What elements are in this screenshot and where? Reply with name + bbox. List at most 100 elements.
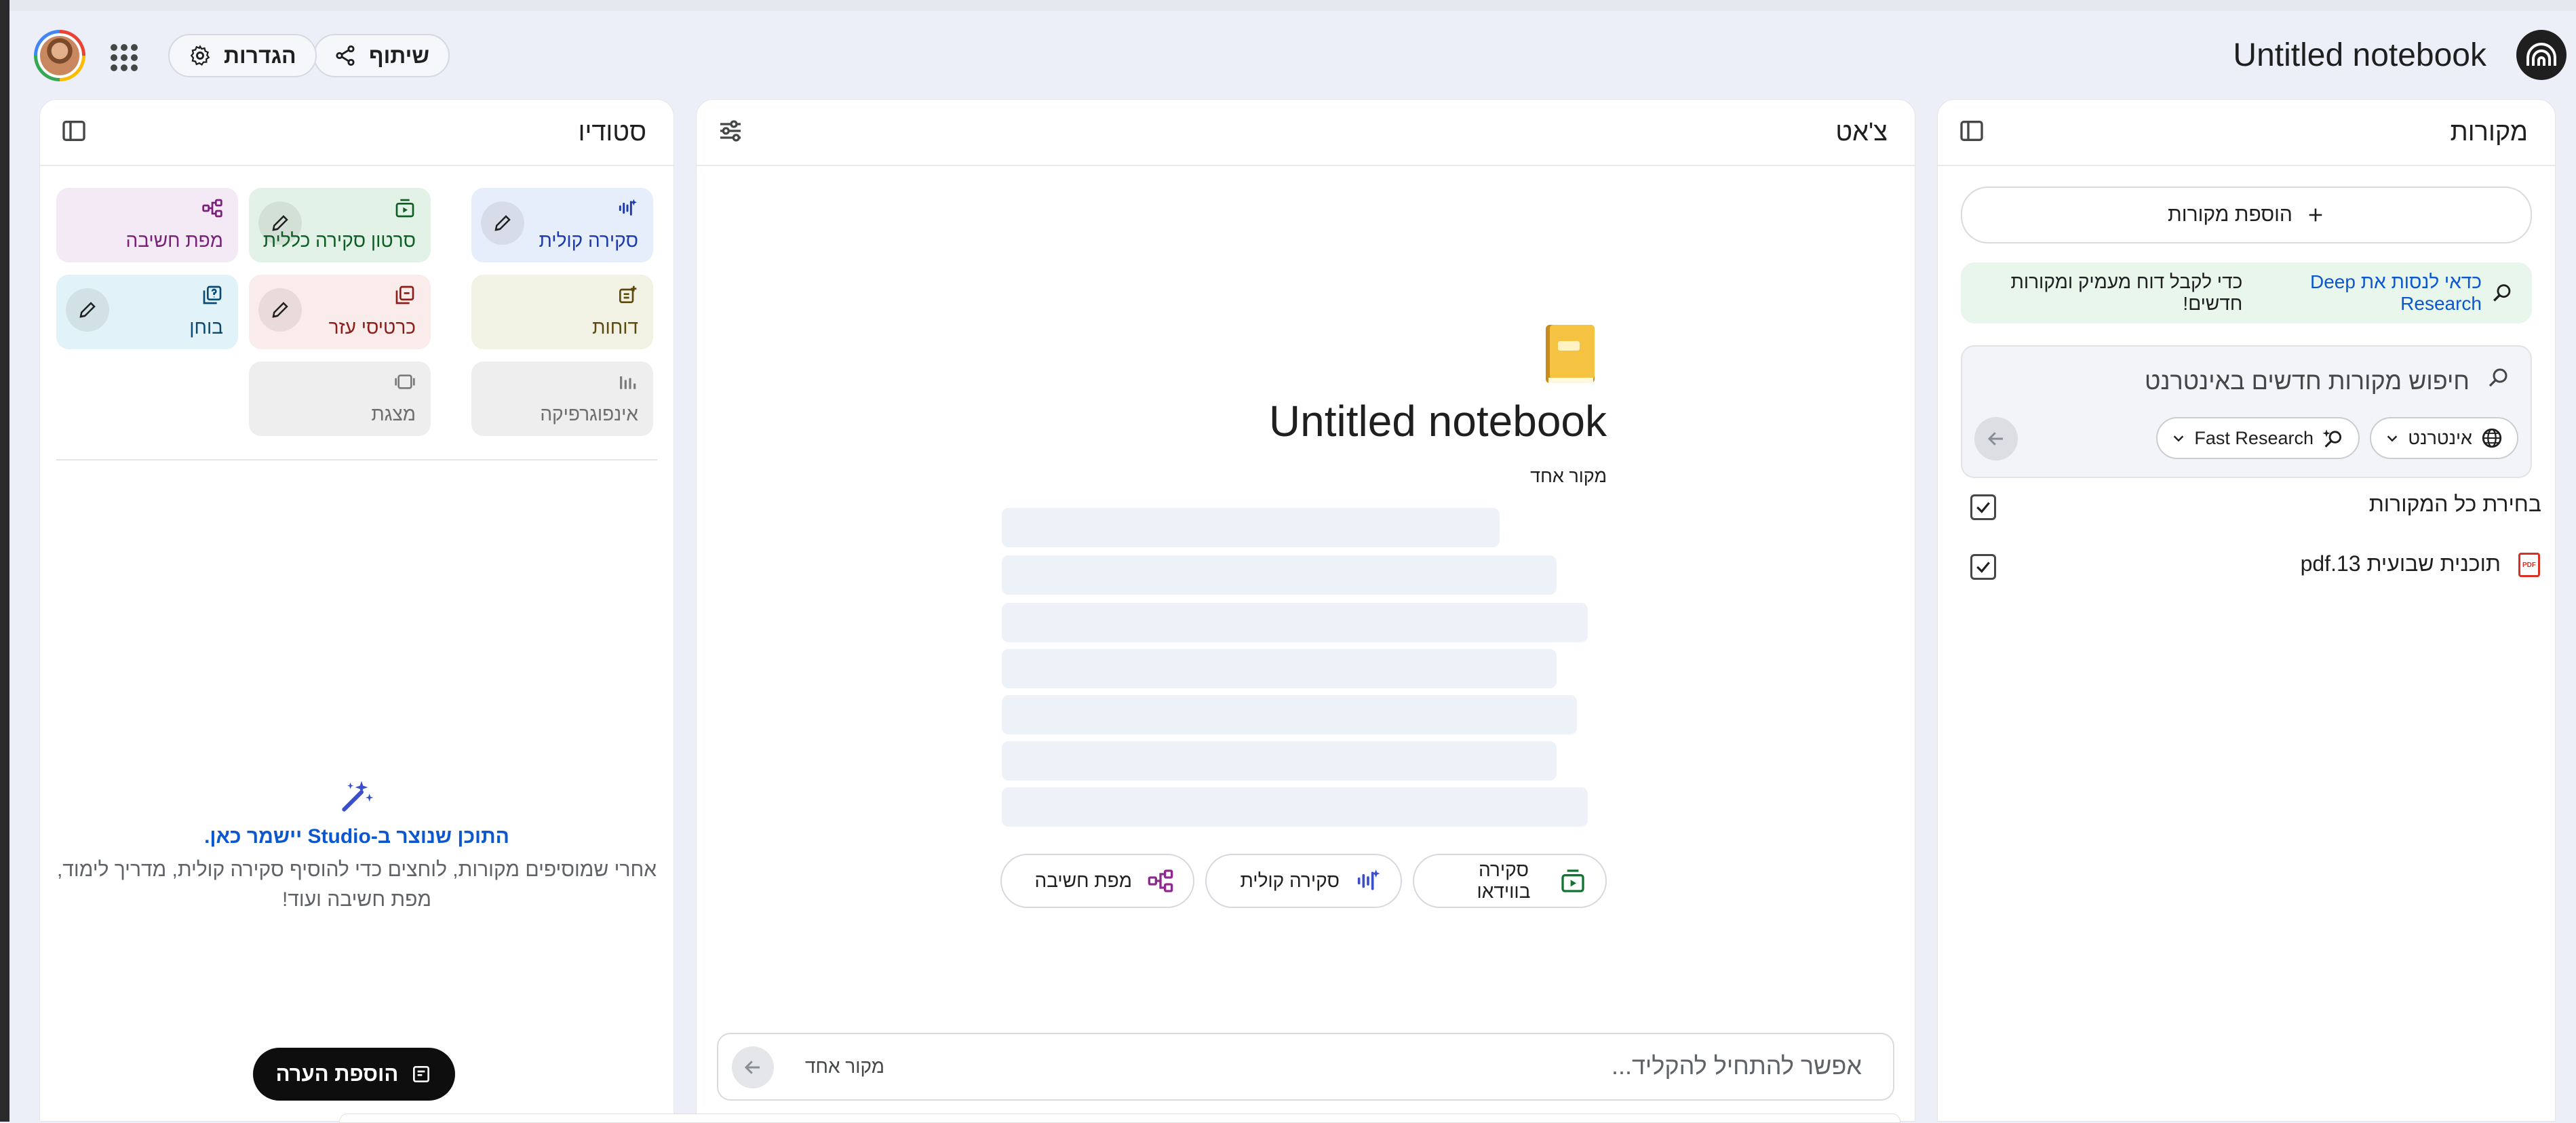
apps-grid-icon[interactable] [107,41,141,75]
tile-label: סרטון סקירה כללית [262,230,416,251]
pencil-icon[interactable] [481,201,524,245]
mindmap-icon [1147,867,1174,894]
studio-empty-line-1: אחרי שמוסיפים מקורות, לוחצים כדי להוסיף … [56,859,657,881]
globe-icon [2480,427,2503,450]
sources-panel-title: מקורות [2450,118,2528,146]
add-sources-label: הוספת מקורות [2168,203,2292,226]
chat-input[interactable]: אפשר להתחיל להקליד... [1612,1052,1862,1080]
deep-research-tip[interactable]: כדאי לנסות את Deep Research כדי לקבל דוח… [1961,262,2532,323]
chat-source-count: מקור אחד [1530,466,1607,486]
web-source-search: חיפוש מקורות חדשים באינטרנט אינטרנט Fast… [1961,345,2532,478]
tile-label: סקירה קולית [539,230,638,251]
source-item-name[interactable]: תוכנית שבועית 13.pdf [2301,551,2501,576]
quiz-icon [201,284,223,306]
loading-placeholder [1002,787,1588,827]
share-button-label: שיתוף [369,43,429,68]
notebooklm-logo-icon[interactable] [2516,30,2567,80]
studio-tile-video-overview[interactable]: סרטון סקירה כללית [249,188,431,262]
loading-placeholder [1002,555,1557,595]
screen-left-edge [0,0,9,1122]
tune-icon[interactable] [714,117,744,147]
composer-source-count: מקור אחד [805,1056,885,1077]
avatar[interactable] [34,30,85,81]
settings-button[interactable]: הגדרות [168,34,317,77]
video-icon [394,197,416,219]
studio-tile-mindmap[interactable]: מפת חשיבה [56,188,238,262]
studio-panel: סטודיו סקירה קולית סרטון סקירה כללית מפת… [39,99,674,1122]
audio-overview-label: סקירה קולית [1240,870,1340,891]
audio-waveform-icon [617,197,638,219]
studio-tile-audio-overview[interactable]: סקירה קולית [471,188,653,262]
mindmap-label: מפת חשיבה [1034,870,1132,891]
settings-button-label: הגדרות [224,43,296,68]
search-submit-button[interactable] [1974,417,2018,460]
notebook-title[interactable]: Untitled notebook [2233,35,2486,76]
loading-placeholder [1002,508,1500,547]
reports-icon [617,284,638,306]
studio-panel-header: סטודיו [40,100,674,166]
chevron-down-icon [2171,431,2186,446]
research-mode-dropdown[interactable]: Fast Research [2156,417,2360,459]
share-icon [334,44,357,67]
add-note-button[interactable]: הוספת הערה [253,1048,455,1101]
gear-icon [189,44,212,67]
audio-overview-button[interactable]: סקירה קולית [1205,854,1402,908]
studio-empty-state: התוכן שנוצר ב-Studio יישמר כאן. אחרי שמו… [40,778,674,915]
tile-label: מצגת [371,403,416,425]
source-item-checkbox[interactable] [1970,554,1996,580]
video-overview-label: סקירה בווידאו [1477,859,1531,902]
tile-label: בוחן [189,317,223,338]
pencil-icon[interactable] [66,288,109,332]
studio-tile-reports[interactable]: דוחות [471,275,653,349]
chevron-down-icon [2385,431,2400,446]
chat-composer[interactable]: אפשר להתחיל להקליד... מקור אחד [717,1033,1894,1101]
studio-divider [56,459,657,460]
loading-placeholder [1002,603,1588,642]
pencil-icon[interactable] [258,288,302,332]
source-type-dropdown[interactable]: אינטרנט [2370,417,2518,459]
plus-icon [2306,205,2325,224]
studio-tile-infographic[interactable]: אינפוגרפיקה [471,361,653,436]
studio-empty-line-2: מפת חשיבה ועוד! [281,888,432,911]
avatar-image [37,33,82,78]
select-all-label: בחירת כל המקורות [2368,492,2541,516]
notebook-emoji-icon [1543,321,1597,386]
select-all-checkbox[interactable] [1970,494,1996,520]
share-button[interactable]: שיתוף [313,34,450,77]
bar-chart-icon [617,371,638,393]
search-icon [2486,366,2510,390]
studio-empty-title: התוכן שנוצר ב-Studio יישמר כאן. [204,825,509,848]
source-type-label: אינטרנט [2408,427,2472,448]
mindmap-button[interactable]: מפת חשיבה [1000,854,1194,908]
deep-research-link[interactable]: כדאי לנסות את Deep Research [2252,271,2482,315]
magic-wand-icon [40,778,674,816]
pdf-icon: PDF [2518,553,2540,577]
tile-label: מפת חשיבה [125,230,223,251]
research-mode-label: Fast Research [2194,427,2314,448]
note-icon [410,1063,432,1085]
add-sources-button[interactable]: הוספת מקורות [1961,186,2532,243]
sidebar-toggle-icon[interactable] [1955,117,1985,147]
studio-tile-flashcards[interactable]: כרטיסי עזר [249,275,431,349]
flashcards-icon [394,284,416,306]
send-button[interactable] [732,1046,774,1088]
studio-tile-slides[interactable]: מצגת [249,361,431,436]
deep-research-tip-text: כדי לקבל דוח מעמיק ומקורות חדשים! [2010,271,2243,314]
tile-label: דוחות [592,317,638,338]
chat-panel: צ'אט Untitled notebook מקור אחד סקירה בו… [696,99,1915,1122]
loading-placeholder [1002,649,1557,688]
video-icon [1559,867,1586,894]
audio-waveform-icon [1354,867,1382,894]
search-input[interactable]: חיפוש מקורות חדשים באינטרנט [2145,367,2470,395]
sidebar-toggle-icon[interactable] [58,117,87,147]
video-overview-button[interactable]: סקירה בווידאו [1413,854,1607,908]
chat-notebook-title: Untitled notebook [1268,397,1607,446]
window-top-edge [0,0,2576,11]
mindmap-icon [201,197,223,219]
tile-label: אינפוגרפיקה [540,403,638,425]
loading-placeholder [1002,741,1557,781]
sources-panel: מקורות הוספת מקורות כדאי לנסות את Deep R… [1937,99,2556,1122]
sources-panel-header: מקורות [1938,100,2555,166]
search-sparkle-icon [2491,281,2514,304]
studio-tile-quiz[interactable]: בוחן [56,275,238,349]
